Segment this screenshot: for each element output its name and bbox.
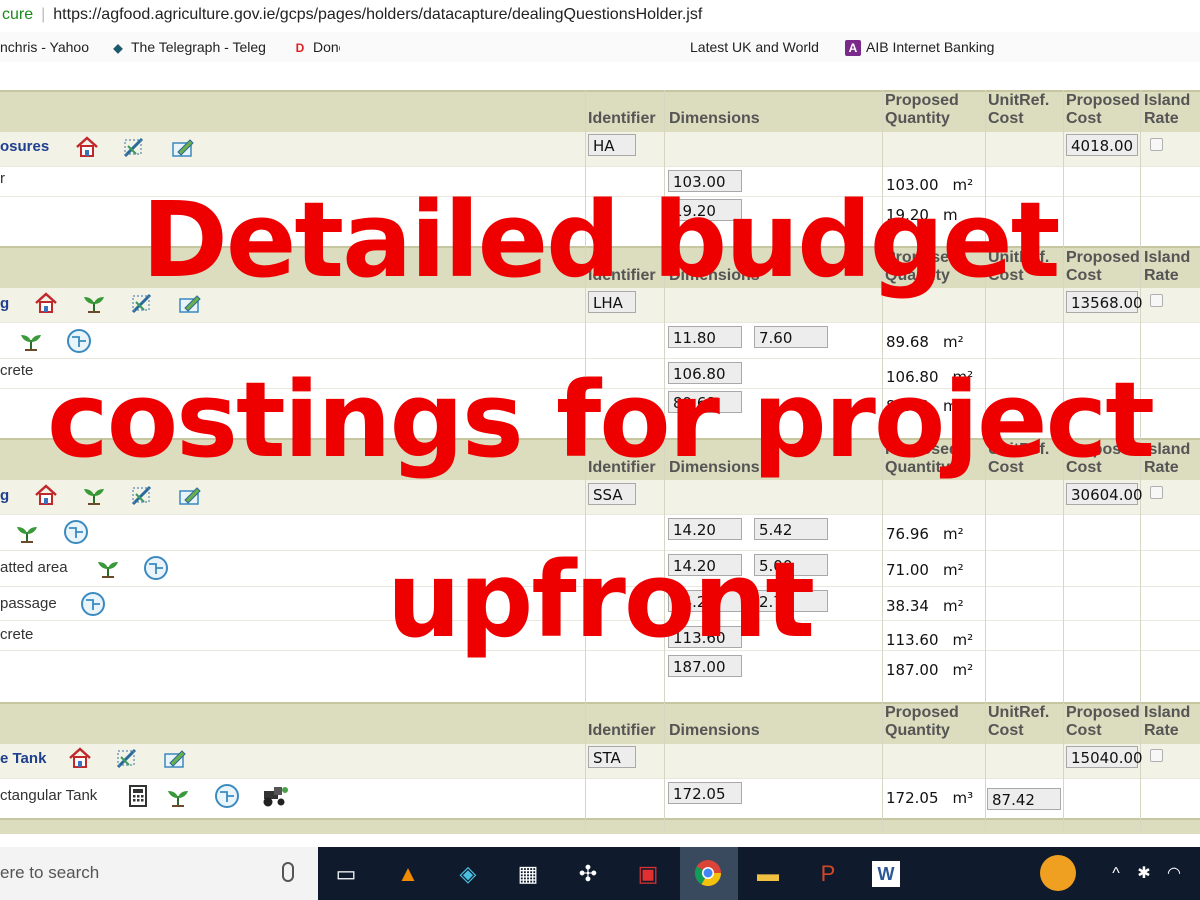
plant-icon[interactable] [165, 784, 191, 810]
secure-label: cure [2, 6, 34, 23]
file-explorer-icon[interactable]: ▬ [752, 858, 784, 890]
aib-icon: A [845, 40, 861, 56]
section-name[interactable]: g [0, 487, 9, 504]
header-unit-ref-cost: UnitRef. Cost [988, 704, 1050, 739]
dimension-field[interactable]: 11.80 [668, 326, 742, 348]
dimension-field[interactable]: 14.20 [668, 518, 742, 540]
proposed-cost-field[interactable]: 4018.00 [1066, 134, 1138, 156]
header-proposed-cost: Proposed Cost [1066, 92, 1140, 127]
app-diamond-icon[interactable]: ◈ [452, 858, 484, 890]
identifier-field[interactable]: STA [588, 746, 636, 768]
plant-icon[interactable] [81, 482, 107, 508]
area-plan-icon[interactable] [214, 783, 240, 809]
area-plan-icon[interactable] [66, 328, 92, 354]
word-icon[interactable]: W [872, 861, 900, 887]
tractor-icon[interactable] [260, 783, 288, 809]
activity-monitor-icon[interactable] [1040, 855, 1076, 891]
overlay-caption-line-2: costings for project [47, 359, 1155, 481]
bookmark-aib[interactable]: A AIB Internet Banking [845, 38, 1020, 56]
search-placeholder: ere to search [0, 863, 100, 882]
vlc-icon[interactable]: ▲ [392, 858, 424, 890]
bookmark-donedeal[interactable]: D DoneDeal.ie - Ireland [292, 38, 340, 56]
identifier-field[interactable]: SSA [588, 483, 636, 505]
bookmarks-bar: nchris - Yahoo ◆ The Telegraph - Teleg DD… [0, 32, 1200, 98]
donedeal-icon: D [295, 41, 305, 56]
wifi-icon[interactable]: ◠ [1158, 858, 1190, 890]
task-view-icon[interactable]: ▭ [330, 858, 362, 890]
url-text[interactable]: https://agfood.agriculture.gov.ie/gcps/p… [53, 6, 702, 23]
dimension-field[interactable]: 7.60 [754, 326, 828, 348]
taskbar-search-box[interactable]: ere to search [0, 847, 318, 900]
edit-form-icon[interactable] [177, 482, 203, 508]
header-identifier: Identifier [588, 110, 656, 127]
island-rate-checkbox[interactable] [1150, 486, 1163, 499]
home-icon[interactable] [33, 482, 59, 508]
table-row [0, 322, 1200, 359]
header-dimensions: Dimensions [669, 722, 760, 739]
calculator-taskbar-icon[interactable]: ▦ [512, 858, 544, 890]
app-grid-icon[interactable]: ✣ [572, 858, 604, 890]
header-proposed-quantity: Proposed Quantity [885, 704, 959, 739]
header-identifier: Identifier [588, 722, 656, 739]
edit-form-icon[interactable] [162, 745, 188, 771]
edit-form-icon[interactable] [170, 134, 196, 160]
plant-icon[interactable] [18, 328, 44, 354]
dimension-field[interactable]: 172.05 [668, 782, 742, 804]
address-bar[interactable]: cure | https://agfood.agriculture.gov.ie/g… [0, 0, 1200, 33]
proposed-quantity-value: 187.00 m² [886, 661, 974, 679]
calculator-icon[interactable] [125, 783, 151, 809]
powerpoint-icon[interactable]: P [812, 858, 844, 890]
section-name[interactable]: e Tank [0, 750, 46, 767]
bookmark-label: The Telegraph - Teleg [131, 39, 266, 55]
unit-ref-cost-field[interactable]: 87.42 [987, 788, 1061, 810]
dimension-field[interactable]: 5.42 [754, 518, 828, 540]
bookmark-yahoo[interactable]: nchris - Yahoo [0, 38, 92, 56]
proposed-cost-field[interactable]: 15040.00 [1066, 746, 1143, 768]
proposed-quantity-value: 89.68 m² [886, 333, 964, 351]
edit-drawing-icon[interactable] [115, 745, 141, 771]
header-proposed-cost: Proposed Cost [1066, 704, 1140, 739]
telegraph-icon: ◆ [113, 41, 123, 56]
home-icon[interactable] [67, 745, 93, 771]
section-footer-band [0, 818, 1200, 834]
island-rate-checkbox[interactable] [1150, 138, 1163, 151]
overlay-caption-line-3: upfront [386, 539, 815, 661]
pdf-app-icon[interactable]: ▣ [632, 858, 664, 890]
bookmark-label: nchris - Yahoo [0, 39, 89, 55]
island-rate-checkbox[interactable] [1150, 749, 1163, 762]
bookmark-telegraph[interactable]: ◆ The Telegraph - Teleg [110, 38, 278, 56]
header-dimensions: Dimensions [669, 110, 760, 127]
home-icon[interactable] [74, 134, 100, 160]
bookmark-label: AIB Internet Banking [866, 39, 995, 55]
bookmark-latest-uk[interactable]: Latest UK and World [690, 38, 826, 56]
section-name[interactable]: osures [0, 138, 49, 155]
bookmark-label: Latest UK and World [690, 39, 819, 55]
proposed-cost-field[interactable]: 30604.00 [1066, 483, 1143, 505]
identifier-field[interactable]: HA [588, 134, 636, 156]
header-proposed-quantity: Proposed Quantity [885, 92, 959, 127]
microphone-icon[interactable] [282, 862, 294, 882]
overlay-caption-line-1: Detailed budget [141, 179, 1061, 301]
bookmark-label: DoneDeal.ie - Ireland [313, 39, 340, 55]
proposed-quantity-value: 172.05 m³ [886, 789, 974, 807]
edit-drawing-icon[interactable] [130, 482, 156, 508]
bluetooth-icon[interactable]: ✱ [1128, 858, 1160, 890]
row-label: ctangular Tank [0, 787, 98, 804]
header-island-rate: Island Rate [1144, 92, 1191, 127]
edit-drawing-icon[interactable] [122, 134, 148, 160]
header-island-rate: Island Rate [1144, 704, 1191, 739]
chrome-icon[interactable] [692, 858, 724, 890]
header-unit-ref-cost: UnitRef. Cost [988, 92, 1050, 127]
